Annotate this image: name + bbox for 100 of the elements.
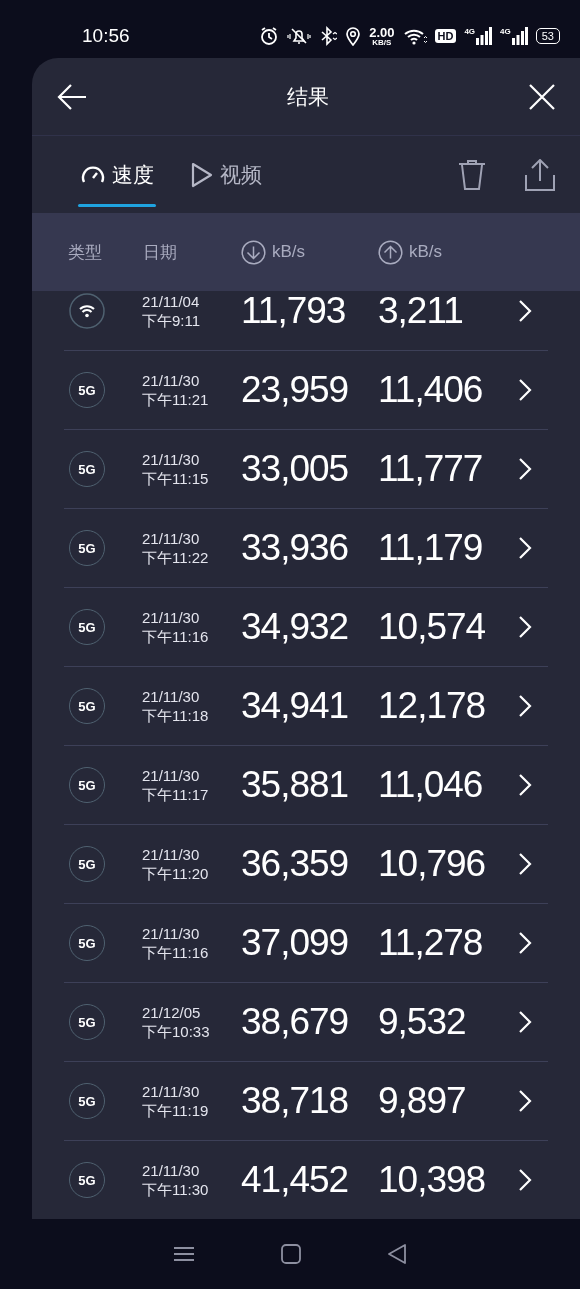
test-date: 21/11/30: [142, 1082, 201, 1101]
test-date: 21/11/04: [142, 292, 201, 311]
upload-speed: 9,532: [378, 1001, 467, 1043]
chevron-right-icon[interactable]: [518, 1089, 532, 1113]
test-time: 下午11:19: [142, 1101, 210, 1120]
chevron-right-icon[interactable]: [518, 931, 532, 955]
result-row[interactable]: 5G 21/11/30 下午11:16 37,099 11,278: [64, 904, 548, 983]
column-header: 类型: [68, 241, 102, 264]
test-time: 下午11:16: [142, 943, 210, 962]
download-speed: 23,959: [241, 369, 350, 411]
back-arrow-icon[interactable]: [56, 82, 88, 111]
result-row[interactable]: 5G 21/11/30 下午11:22 33,936 11,179: [64, 509, 548, 588]
back-icon[interactable]: [387, 1244, 407, 1264]
bell-muted-icon: [287, 26, 312, 46]
result-row[interactable]: 5G 21/11/30 下午11:21 23,959 11,406: [64, 351, 548, 430]
result-row[interactable]: 5G 21/11/30 下午11:18 34,941 12,178: [64, 667, 548, 746]
network-type: 4G: [464, 27, 476, 36]
chevron-right-icon[interactable]: [518, 1010, 532, 1034]
upload-speed: 10,796: [378, 843, 487, 885]
download-speed: 37,099: [241, 922, 350, 964]
test-date: 21/11/30: [142, 687, 201, 706]
test-time: 下午10:33: [142, 1022, 211, 1041]
upload-speed: 10,574: [378, 606, 487, 648]
battery-level: 53: [535, 28, 560, 44]
result-row[interactable]: 5G 21/11/30 下午11:15 33,005 11,777: [64, 430, 548, 509]
download-speed: 11,793: [241, 291, 347, 332]
download-speed: 41,452: [241, 1159, 350, 1201]
bluetooth-icon: [319, 26, 338, 46]
network-type: 4G: [500, 27, 511, 36]
test-time: 下午11:18: [142, 706, 210, 725]
download-speed: 34,932: [241, 606, 350, 648]
result-row[interactable]: 21/11/04 下午9:11 11,793 3,211: [64, 291, 548, 351]
result-row[interactable]: 5G 21/11/30 下午11:30 41,452 10,398: [64, 1141, 548, 1219]
download-speed: 33,936: [241, 527, 350, 569]
result-row[interactable]: 5G 21/12/05 下午10:33 38,679 9,532: [64, 983, 548, 1062]
upload-speed: 11,179: [378, 527, 484, 569]
upload-speed: 9,897: [378, 1080, 467, 1122]
location-icon: [345, 26, 362, 46]
play-icon: [190, 160, 214, 189]
clock-time: 10:56: [82, 24, 130, 47]
upload-speed: 12,178: [378, 685, 487, 727]
test-date: 21/11/30: [142, 529, 201, 548]
chevron-right-icon[interactable]: [518, 694, 532, 718]
test-time: 下午11:15: [142, 469, 210, 488]
download-speed: 38,679: [241, 1001, 350, 1043]
download-speed: 34,941: [241, 685, 350, 727]
column-header: kB/s: [272, 242, 306, 262]
home-icon[interactable]: [281, 1244, 301, 1264]
trash-icon[interactable]: [456, 158, 488, 191]
wifi-icon: [69, 293, 105, 329]
chevron-right-icon[interactable]: [518, 615, 532, 639]
result-row[interactable]: 5G 21/11/30 下午11:19 38,718 9,897: [64, 1062, 548, 1141]
share-icon[interactable]: [524, 158, 556, 191]
network-speed: 2.00: [369, 25, 395, 39]
test-date: 21/11/30: [142, 766, 201, 785]
signal-icon: [476, 27, 493, 45]
menu-icon[interactable]: [173, 1245, 195, 1263]
test-date: 21/11/30: [142, 845, 201, 864]
wifi-icon: [402, 27, 427, 45]
test-time: 下午11:20: [142, 864, 210, 883]
result-row[interactable]: 5G 21/11/30 下午11:17 35,881 11,046: [64, 746, 548, 825]
chevron-right-icon[interactable]: [518, 536, 532, 560]
test-time: 下午11:30: [142, 1180, 210, 1199]
test-date: 21/11/30: [142, 924, 201, 943]
download-speed: 36,359: [241, 843, 350, 885]
upload-speed: 11,278: [378, 922, 484, 964]
signal-icon: [511, 27, 528, 45]
test-time: 下午11:17: [142, 785, 210, 804]
result-row[interactable]: 5G 21/11/30 下午11:16 34,932 10,574: [64, 588, 548, 667]
test-date: 21/11/30: [142, 371, 201, 390]
download-speed: 35,881: [241, 764, 350, 806]
chevron-right-icon[interactable]: [518, 457, 532, 481]
upload-speed: 10,398: [378, 1159, 487, 1201]
screen-title: 结果: [287, 83, 329, 110]
chevron-right-icon[interactable]: [518, 773, 532, 797]
upload-icon: [378, 239, 403, 265]
chevron-right-icon[interactable]: [518, 852, 532, 876]
chevron-right-icon[interactable]: [518, 299, 532, 323]
column-header: 日期: [143, 241, 177, 264]
test-time: 下午11:16: [142, 627, 210, 646]
chevron-right-icon[interactable]: [518, 378, 532, 402]
test-time: 下午9:11: [142, 311, 202, 330]
upload-speed: 11,046: [378, 764, 484, 806]
test-date: 21/11/30: [142, 608, 201, 627]
upload-speed: 11,777: [378, 448, 484, 490]
result-row[interactable]: 5G 21/11/30 下午11:20 36,359 10,796: [64, 825, 548, 904]
chevron-right-icon[interactable]: [518, 1168, 532, 1192]
alarm-icon: [259, 26, 280, 46]
test-date: 21/12/05: [142, 1003, 202, 1022]
close-icon[interactable]: [528, 82, 556, 111]
upload-speed: 11,406: [378, 369, 484, 411]
download-speed: 33,005: [241, 448, 350, 490]
download-icon: [241, 239, 266, 265]
test-time: 下午11:21: [142, 390, 210, 409]
test-date: 21/11/30: [142, 1161, 201, 1180]
test-date: 21/11/30: [142, 450, 201, 469]
test-time: 下午11:22: [142, 548, 210, 567]
hd-badge: HD: [434, 29, 457, 43]
tab[interactable]: 视频: [188, 152, 264, 197]
upload-speed: 3,211: [378, 291, 464, 332]
